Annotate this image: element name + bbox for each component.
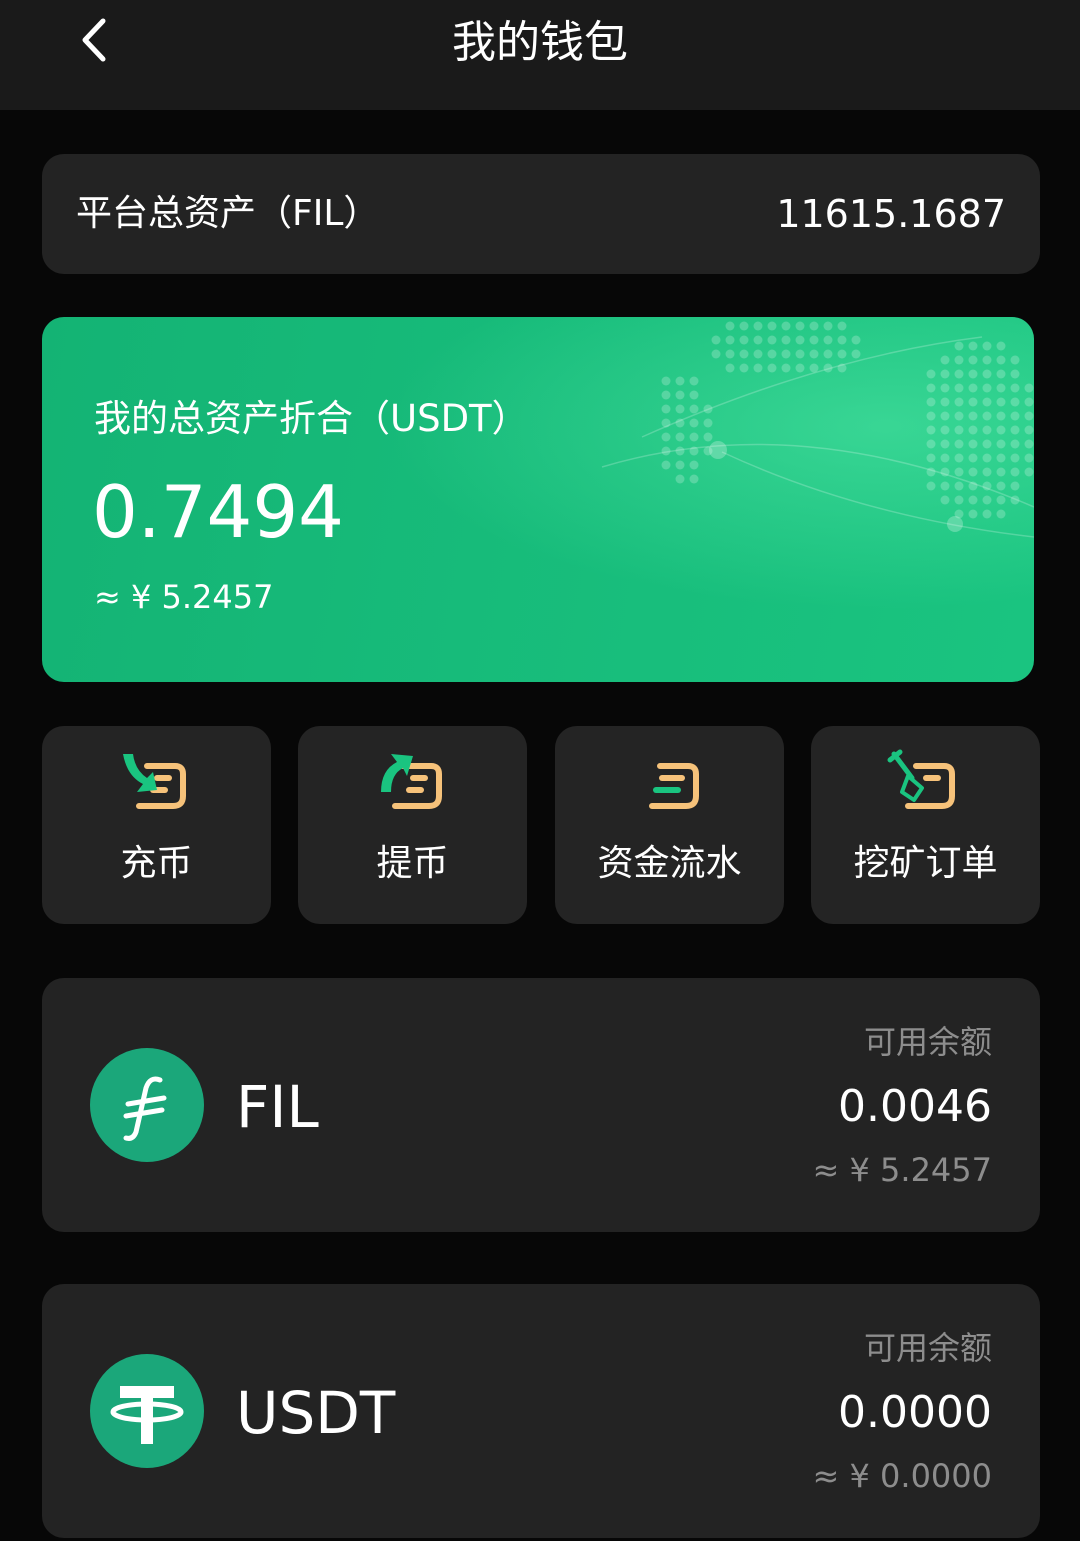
usdt-logo-icon [90,1354,204,1468]
usdt-total-card: 我的总资产折合（USDT） 0.7494 ≈ ¥ 5.2457 [42,317,1034,682]
mining-order-button[interactable]: 挖矿订单 [811,726,1040,924]
app-header: 我的钱包 [0,0,1080,110]
deposit-button[interactable]: 充币 [42,726,271,924]
deposit-label: 充币 [120,843,193,884]
usdt-total-label: 我的总资产折合（USDT） [94,397,529,440]
asset-card-fil[interactable]: FIL 可用余额 0.0046 ≈ ¥ 5.2457 [42,978,1040,1232]
fund-flow-button[interactable]: 资金流水 [555,726,784,924]
available-balance-value: 0.0000 [838,1387,992,1438]
platform-total-label: 平台总资产（FIL） [76,193,380,234]
page-title: 我的钱包 [452,17,628,68]
usdt-total-value: 0.7494 [92,470,344,554]
fil-logo-icon [90,1048,204,1162]
asset-card-usdt[interactable]: USDT 可用余额 0.0000 ≈ ¥ 0.0000 [42,1284,1040,1538]
withdraw-label: 提币 [376,843,449,884]
coin-name: FIL [236,1073,319,1141]
fund-flow-label: 资金流水 [597,843,742,884]
usdt-total-cny: ≈ ¥ 5.2457 [94,578,274,616]
available-balance-label: 可用余额 [863,1329,992,1367]
available-balance-value: 0.0046 [838,1081,992,1132]
fund-flow-icon [648,763,699,809]
available-balance-cny: ≈ ¥ 5.2457 [812,1151,992,1189]
available-balance-label: 可用余额 [863,1023,992,1061]
withdraw-icon [380,754,442,809]
mining-order-label: 挖矿订单 [853,843,998,884]
withdraw-button[interactable]: 提币 [298,726,527,924]
platform-total-card: 平台总资产（FIL） 11615.1687 [42,154,1040,274]
available-balance-cny: ≈ ¥ 0.0000 [812,1457,992,1495]
coin-name: USDT [236,1379,396,1447]
mining-order-icon [887,749,955,809]
platform-total-value: 11615.1687 [776,192,1006,236]
deposit-icon [122,754,186,809]
